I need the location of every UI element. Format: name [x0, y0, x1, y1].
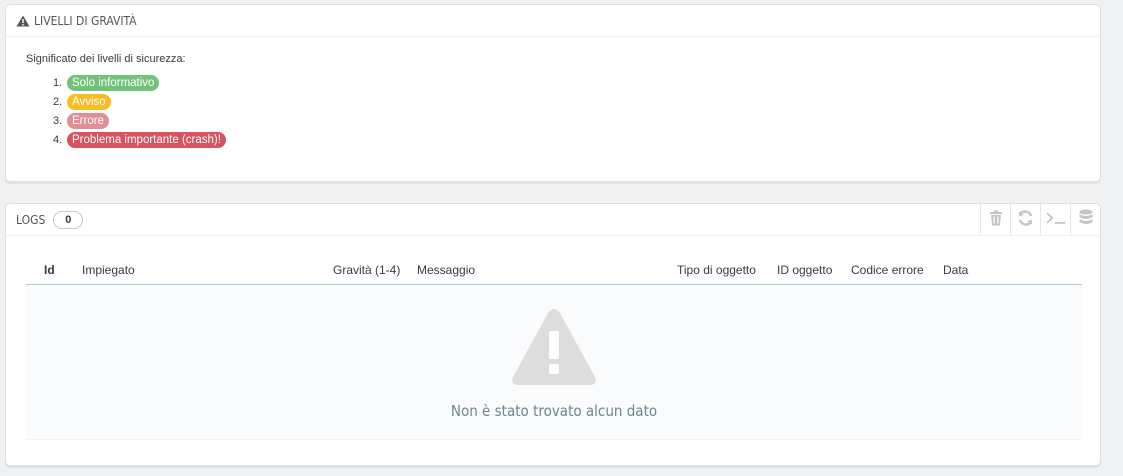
column-header-date[interactable]: Data [943, 263, 968, 277]
column-header-object-id[interactable]: ID oggetto [777, 263, 832, 277]
logs-toolbar [980, 204, 1100, 235]
terminal-icon [1045, 211, 1066, 228]
severity-level-item: 2. Avviso [53, 92, 1100, 111]
severity-badge-error: Errore [67, 112, 109, 129]
column-header-id[interactable]: Id [44, 263, 55, 277]
severity-panel-heading: LIVELLI DI GRAVITÀ [6, 5, 1100, 37]
column-header-message[interactable]: Messaggio [417, 263, 475, 277]
warning-icon [16, 15, 30, 27]
empty-state: Non è stato trovato alcun dato [26, 285, 1082, 440]
refresh-list-button[interactable] [1010, 204, 1040, 235]
column-header-severity[interactable]: Gravità (1-4) [333, 263, 400, 277]
severity-panel-title: LIVELLI DI GRAVITÀ [34, 13, 137, 28]
severity-levels-list: 1. Solo informativo 2. Avviso 3. Errore … [26, 73, 1100, 149]
severity-levels-panel: LIVELLI DI GRAVITÀ Significato dei livel… [5, 4, 1101, 182]
column-header-employee[interactable]: Impiegato [82, 263, 135, 277]
logs-table-header: Id Impiegato Gravità (1-4) Messaggio Tip… [26, 256, 1082, 285]
trash-icon [989, 210, 1003, 229]
logs-panel-title: LOGS [16, 212, 46, 227]
severity-level-item: 3. Errore [53, 111, 1100, 130]
severity-level-item: 1. Solo informativo [53, 73, 1100, 92]
delete-logs-button[interactable] [980, 204, 1010, 235]
severity-badge-info: Solo informativo [67, 74, 160, 91]
severity-badge-crash: Problema importante (crash)! [67, 131, 226, 148]
logs-count-badge: 0 [53, 210, 84, 229]
severity-level-number: 1. [53, 76, 63, 89]
severity-intro-text: Significato dei livelli di sicurezza: [26, 53, 186, 65]
empty-state-message: Non è stato trovato alcun dato [450, 402, 658, 420]
logs-panel: LOGS 0 Id Impiegato Gravità (1-4) Messag… [5, 203, 1101, 466]
severity-level-number: 2. [53, 95, 63, 108]
show-sql-query-button[interactable] [1040, 204, 1070, 235]
logs-table: Id Impiegato Gravità (1-4) Messaggio Tip… [26, 256, 1082, 440]
severity-level-number: 3. [53, 114, 63, 127]
column-header-object-type[interactable]: Tipo di oggetto [677, 263, 756, 277]
database-icon [1079, 209, 1093, 230]
column-header-error-code[interactable]: Codice errore [851, 263, 924, 277]
severity-level-item: 4. Problema importante (crash)! [53, 130, 1100, 149]
severity-badge-warning: Avviso [67, 93, 111, 110]
warning-icon [511, 307, 597, 392]
severity-level-number: 4. [53, 133, 63, 146]
export-sql-manager-button[interactable] [1070, 204, 1100, 235]
refresh-icon [1017, 210, 1034, 229]
logs-panel-heading: LOGS 0 [6, 204, 1100, 236]
